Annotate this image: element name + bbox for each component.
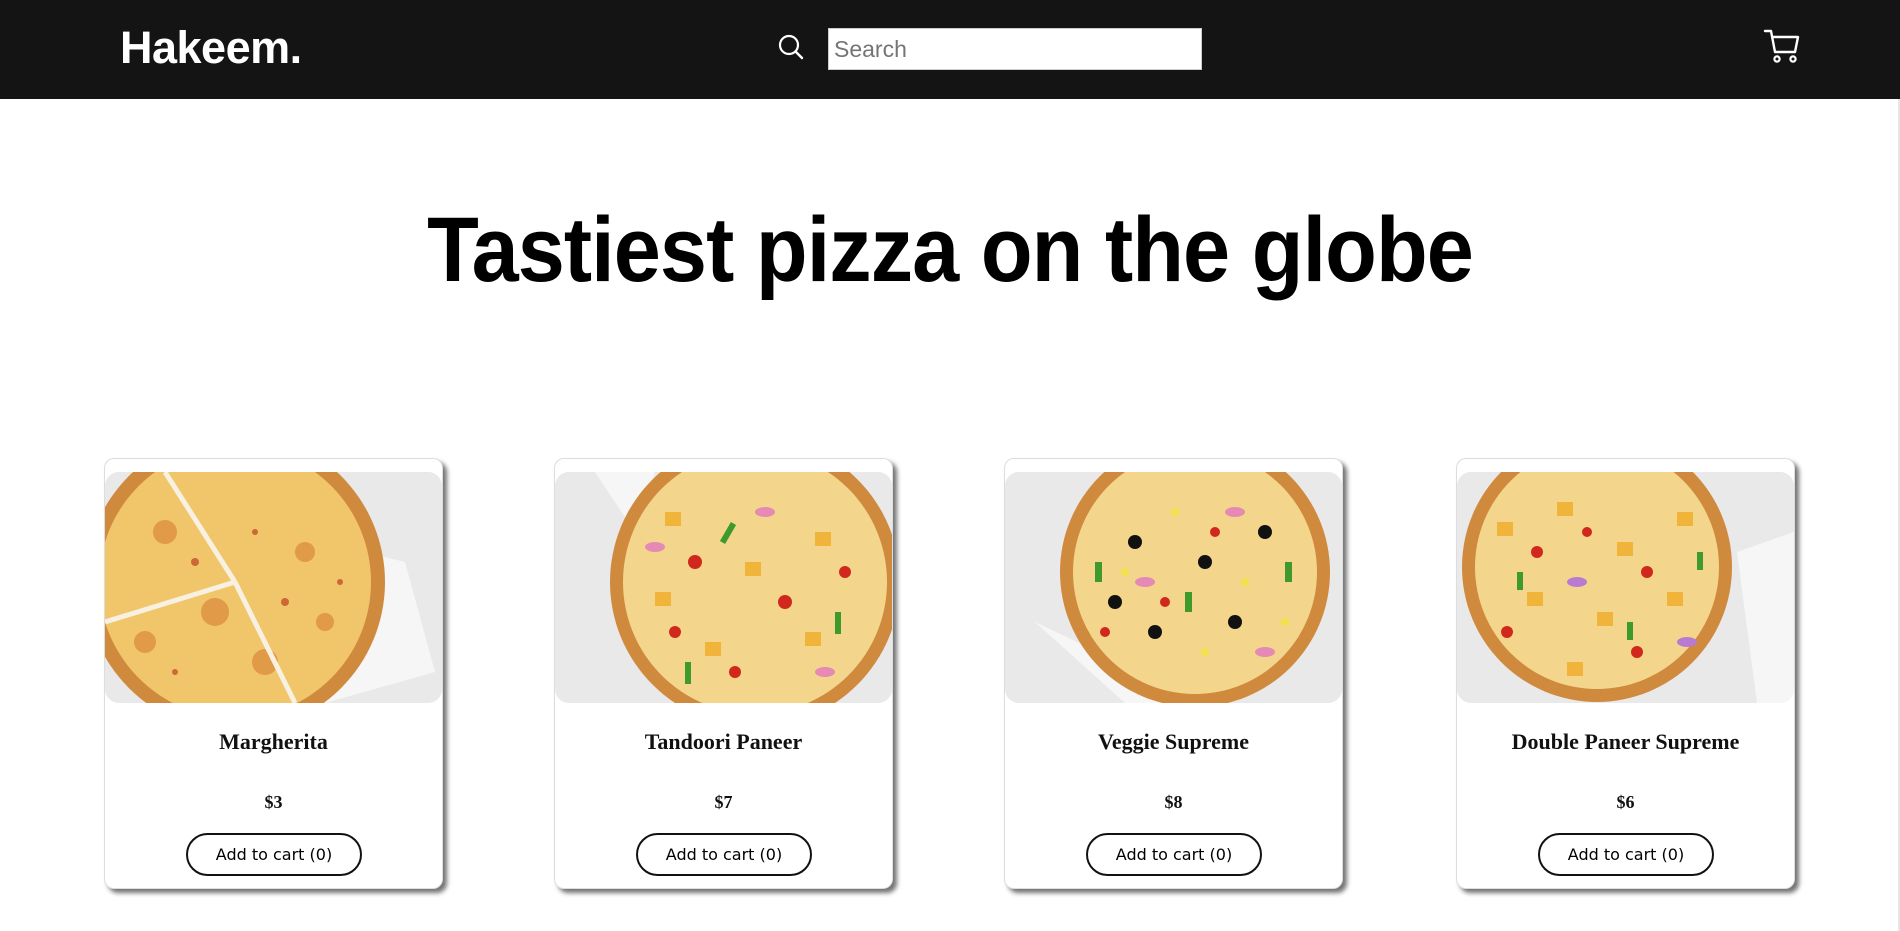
product-name: Veggie Supreme (1098, 729, 1249, 754)
product-card-margherita: Margherita $3 Add to cart (0) (104, 458, 443, 889)
hero-title: Tastiest pizza on the globe (427, 199, 1474, 301)
search-icon[interactable] (776, 32, 806, 62)
product-price: $6 (1616, 792, 1635, 812)
brand-logo[interactable]: Hakeem. (120, 22, 302, 74)
product-image[interactable] (555, 472, 892, 703)
product-card-tandoori-paneer: Tandoori Paneer $7 Add to cart (0) (554, 458, 893, 889)
top-navbar: Hakeem. (0, 0, 1900, 99)
product-card-double-paneer-supreme: Double Paneer Supreme $6 Add to cart (0) (1456, 458, 1795, 889)
product-price: $8 (1164, 792, 1183, 812)
product-image[interactable] (1005, 472, 1342, 703)
search-input[interactable] (828, 28, 1202, 70)
cart-icon[interactable] (1762, 26, 1802, 66)
product-price: $3 (264, 792, 283, 812)
add-to-cart-button[interactable]: Add to cart (0) (186, 833, 362, 876)
add-to-cart-button[interactable]: Add to cart (0) (1538, 833, 1714, 876)
product-image[interactable] (105, 472, 442, 703)
product-image[interactable] (1457, 472, 1794, 703)
product-price: $7 (714, 792, 733, 812)
product-name: Margherita (219, 729, 328, 754)
add-to-cart-button[interactable]: Add to cart (0) (636, 833, 812, 876)
product-name: Tandoori Paneer (644, 729, 803, 754)
product-card-veggie-supreme: Veggie Supreme $8 Add to cart (0) (1004, 458, 1343, 889)
add-to-cart-button[interactable]: Add to cart (0) (1086, 833, 1262, 876)
product-name: Double Paneer Supreme (1511, 729, 1740, 754)
